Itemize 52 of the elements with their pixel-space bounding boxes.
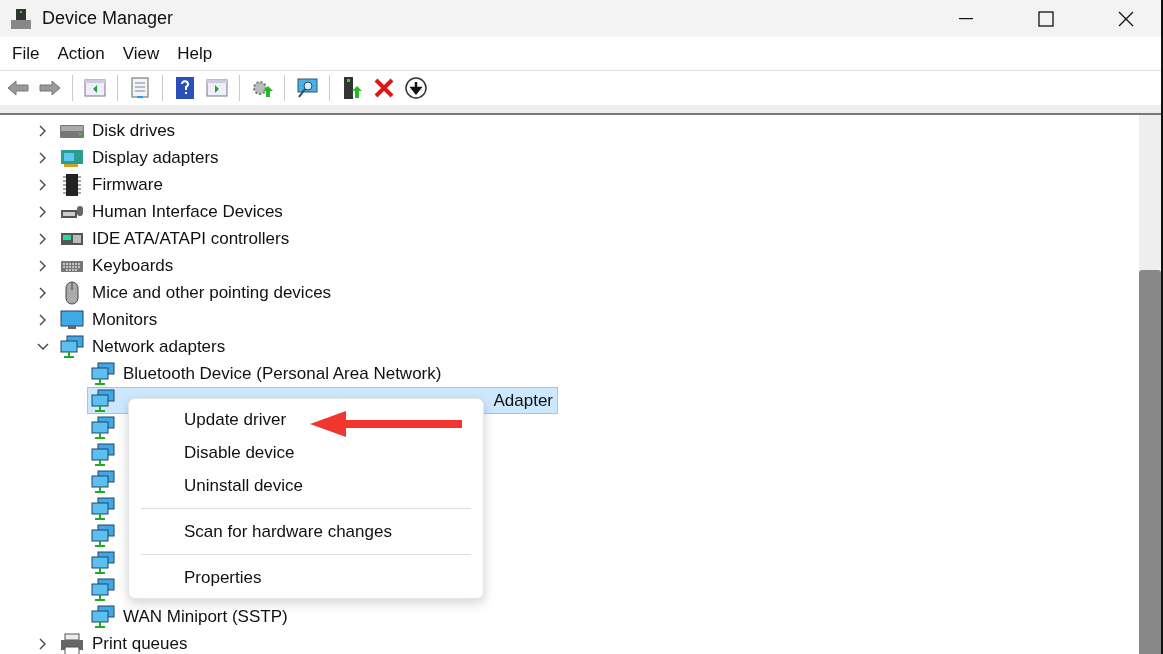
menu-item[interactable]: View [114, 43, 168, 64]
document-icon [128, 76, 152, 100]
maximize-icon [1038, 10, 1054, 27]
window-title: Device Manager [42, 8, 175, 29]
tree-item[interactable]: Monitors [92, 309, 158, 330]
tree-item[interactable]: Mice and other pointing devices [92, 282, 332, 303]
menu-item[interactable]: Help [169, 43, 221, 64]
help-icon [173, 76, 197, 100]
tree-item-row[interactable]: WAN Miniport (SSTP) [87, 603, 293, 630]
download-icon [404, 76, 428, 100]
network-icon [60, 334, 84, 359]
context-menu-item[interactable]: Uninstall device [129, 469, 483, 502]
network-icon [91, 550, 115, 575]
scrollbar-thumb[interactable] [1139, 270, 1161, 654]
context-menu-item[interactable]: Scan for hardware changes [129, 515, 483, 548]
context-menu-item[interactable]: Disable device [129, 436, 483, 469]
context-menu-item[interactable]: Update driver [129, 403, 483, 436]
context-menu-item[interactable]: Properties [129, 561, 483, 594]
network-icon [91, 523, 115, 548]
tree-item[interactable]: Print queues [92, 633, 188, 654]
app-icon [10, 7, 32, 30]
minimize-icon [959, 17, 973, 20]
tree-item-row[interactable]: Bluetooth Device (Personal Area Network) [87, 360, 447, 387]
toolbar-button[interactable] [402, 74, 430, 102]
tree-item[interactable]: Network adapters [92, 336, 226, 357]
tree-item[interactable]: Disk drives [92, 120, 176, 141]
monitor-search-icon [295, 76, 319, 100]
menu-item[interactable]: Action [49, 43, 113, 64]
network-icon [91, 442, 115, 467]
menu-item[interactable]: File [4, 43, 48, 64]
network-icon [91, 469, 115, 494]
tree-item[interactable]: Display adapters [92, 147, 219, 168]
tree-item[interactable]: Bluetooth Device (Personal Area Network) [123, 363, 442, 384]
tree-item[interactable]: IDE ATA/ATAPI controllers [92, 228, 290, 249]
tree-item[interactable]: Human Interface Devices [92, 201, 283, 222]
network-icon [91, 604, 115, 629]
network-icon [91, 577, 115, 602]
close-icon [1118, 10, 1134, 27]
tree-item[interactable]: Firmware [92, 174, 163, 195]
tree-item[interactable]: Adapter [493, 390, 553, 411]
chip-icon [60, 172, 84, 197]
network-icon [91, 415, 115, 440]
tree-item[interactable]: Keyboards [92, 255, 174, 276]
network-icon [91, 496, 115, 521]
panel-icon [205, 76, 229, 100]
scrollbar[interactable] [1139, 115, 1161, 654]
delete-icon [372, 76, 396, 100]
panel-icon [83, 76, 107, 100]
tree-item[interactable]: WAN Miniport (SSTP) [123, 606, 288, 627]
monitor-icon [60, 307, 84, 332]
network-icon [91, 388, 115, 413]
network-icon [91, 361, 115, 386]
